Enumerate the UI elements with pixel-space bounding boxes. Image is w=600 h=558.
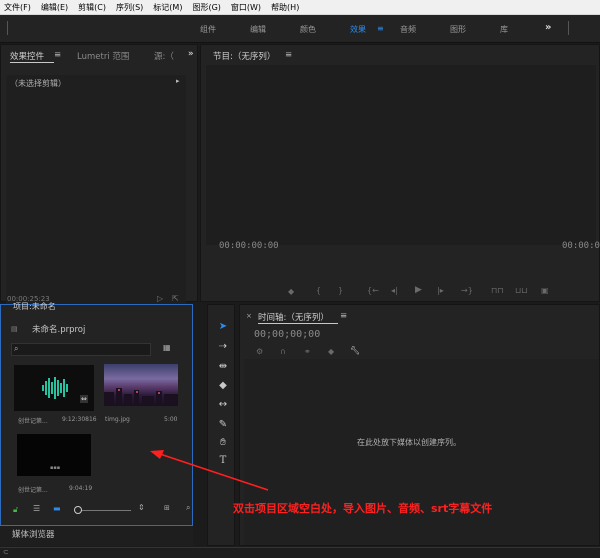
annotation-text: 双击项目区域空白处，导入图片、音频、srt字幕文件 <box>233 502 493 515</box>
annotation-arrow <box>150 450 269 491</box>
